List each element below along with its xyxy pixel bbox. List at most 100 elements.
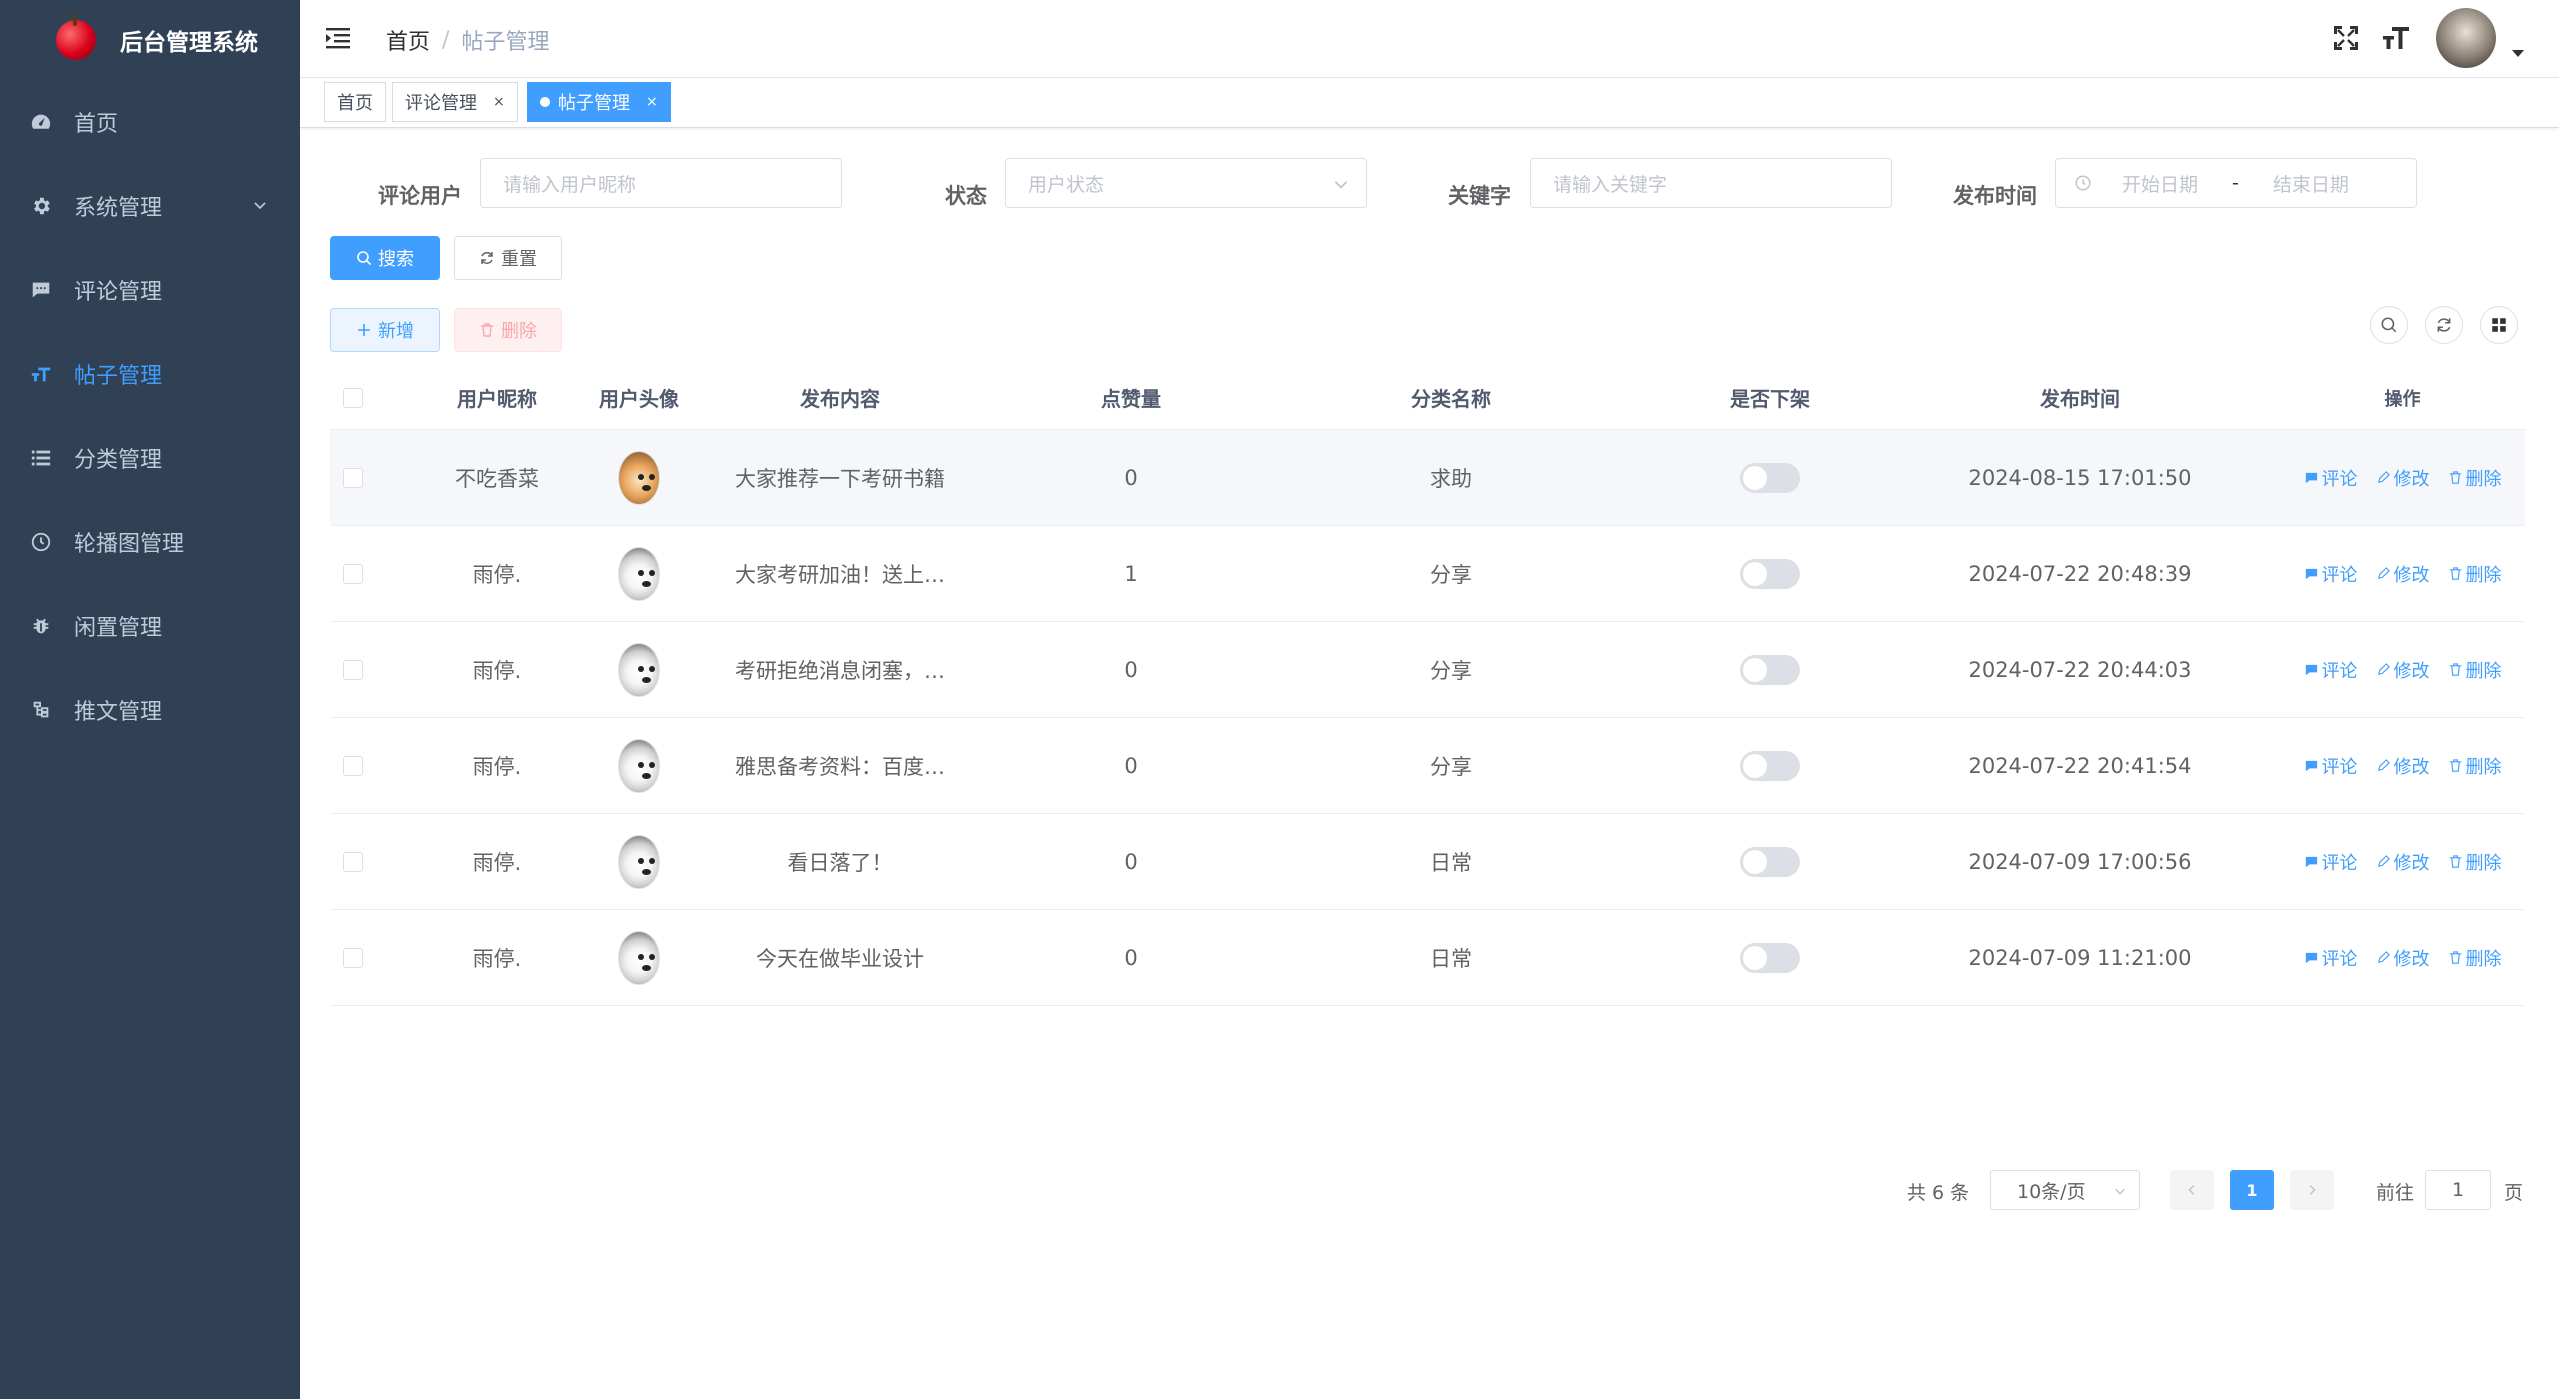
caret-down-icon[interactable]	[2512, 50, 2524, 57]
offshelf-toggle[interactable]	[1740, 846, 1800, 877]
close-icon[interactable]: ×	[493, 94, 505, 110]
next-page-button[interactable]	[2290, 1170, 2334, 1210]
status-filter-label: 状态	[945, 184, 987, 208]
comment-button[interactable]: 评论	[2304, 849, 2358, 875]
row-checkbox[interactable]	[343, 755, 363, 776]
bug-icon	[30, 615, 52, 637]
prev-page-button[interactable]	[2170, 1170, 2214, 1210]
table-row[interactable]: 不吃香菜 大家推荐一下考研书籍 0 求助 2024-08-15 17:01:50 评论 修改…	[330, 430, 2525, 526]
table-row[interactable]: 雨停. 考研拒绝消息闭塞，… 0 分享 2024-07-22 20:44:03 评论 修改 删…	[330, 622, 2525, 718]
edit-button[interactable]: 修改	[2376, 753, 2430, 779]
cell-category: 求助	[1430, 466, 1472, 491]
status-select[interactable]: 用户状态	[1005, 158, 1367, 208]
input-placeholder: 请输入用户昵称	[503, 173, 637, 196]
comment-button[interactable]: 评论	[2304, 945, 2358, 971]
toggle-search-button[interactable]	[2370, 306, 2408, 344]
table-row[interactable]: 雨停. 看日落了！ 0 日常 2024-07-09 17:00:56 评论 修改 删除	[330, 814, 2525, 910]
avatar[interactable]	[618, 450, 660, 505]
sidebar-item-system[interactable]: 系统管理	[0, 164, 300, 248]
row-check-cell	[330, 563, 376, 584]
edit-button[interactable]: 修改	[2376, 945, 2430, 971]
avatar[interactable]	[618, 642, 660, 697]
sidebar-item-comments[interactable]: 评论管理	[0, 248, 300, 332]
sidebar-item-posts[interactable]: 帖子管理	[0, 332, 300, 416]
delete-row-button[interactable]: 删除	[2448, 561, 2502, 587]
delete-row-button[interactable]: 删除	[2448, 849, 2502, 875]
comment-label: 评论	[2321, 948, 2358, 970]
select-all-checkbox[interactable]	[343, 387, 363, 408]
avatar[interactable]	[618, 738, 660, 793]
sidebar-item-tweets[interactable]: 推文管理	[0, 668, 300, 752]
offshelf-toggle[interactable]	[1740, 750, 1800, 781]
edit-button[interactable]: 修改	[2376, 849, 2430, 875]
search-button[interactable]: 搜索	[330, 236, 440, 280]
tag-home[interactable]: 首页	[324, 82, 386, 122]
fullscreen-icon[interactable]	[2330, 22, 2362, 54]
delete-row-button[interactable]: 删除	[2448, 657, 2502, 683]
comment-button[interactable]: 评论	[2304, 561, 2358, 587]
edit-button[interactable]: 修改	[2376, 657, 2430, 683]
message-icon	[2305, 568, 2317, 580]
dashboard-icon	[30, 111, 52, 133]
text-size-icon[interactable]	[2380, 22, 2412, 54]
comment-button[interactable]: 评论	[2304, 465, 2358, 491]
edit-button[interactable]: 修改	[2376, 561, 2430, 587]
comment-button[interactable]: 评论	[2304, 753, 2358, 779]
table-row[interactable]: 雨停. 今天在做毕业设计 0 日常 2024-07-09 11:21:00 评论 修改 删除	[330, 910, 2525, 1006]
offshelf-toggle[interactable]	[1740, 942, 1800, 973]
user-nickname-input[interactable]: 请输入用户昵称	[480, 158, 842, 208]
offshelf-toggle[interactable]	[1740, 558, 1800, 589]
user-avatar[interactable]	[2436, 8, 2496, 68]
breadcrumb-home[interactable]: 首页	[386, 24, 430, 56]
avatar[interactable]	[618, 834, 660, 889]
clock-icon	[2075, 175, 2091, 191]
breadcrumb: 首页 / 帖子管理	[386, 24, 549, 56]
row-checkbox[interactable]	[343, 947, 363, 968]
row-checkbox[interactable]	[343, 851, 363, 872]
cell-offshelf	[1660, 462, 1880, 493]
chevron-down-icon	[254, 202, 266, 210]
row-checkbox[interactable]	[343, 467, 363, 488]
table-row[interactable]: 雨停. 雅思备考资料：百度… 0 分享 2024-07-22 20:41:54 评论 修改 删…	[330, 718, 2525, 814]
sidebar-item-carousel[interactable]: 轮播图管理	[0, 500, 300, 584]
edit-icon	[2377, 759, 2390, 771]
avatar[interactable]	[618, 546, 660, 601]
delete-label: 删除	[2465, 948, 2502, 970]
table-row[interactable]: 雨停. 大家考研加油！送上… 1 分享 2024-07-22 20:48:39 评论 修改 删…	[330, 526, 2525, 622]
refresh-button[interactable]	[2425, 306, 2463, 344]
date-range-picker[interactable]: 开始日期 - 结束日期	[2055, 158, 2417, 208]
date-end-placeholder: 结束日期	[2272, 173, 2349, 196]
comment-label: 评论	[2321, 852, 2358, 874]
avatar[interactable]	[618, 930, 660, 985]
edit-label: 修改	[2393, 564, 2430, 586]
comment-button[interactable]: 评论	[2304, 657, 2358, 683]
offshelf-toggle[interactable]	[1740, 654, 1800, 685]
page-number-button[interactable]: 1	[2230, 1170, 2274, 1210]
hamburger-icon[interactable]	[326, 26, 352, 50]
tag-posts[interactable]: 帖子管理 ×	[527, 82, 671, 122]
goto-page-input[interactable]: 1	[2425, 1170, 2491, 1210]
close-icon[interactable]: ×	[646, 94, 658, 110]
cell-nickname: 雨停.	[472, 946, 522, 971]
row-checkbox[interactable]	[343, 659, 363, 680]
sidebar-item-label: 首页	[74, 112, 119, 137]
edit-button[interactable]: 修改	[2376, 465, 2430, 491]
sidebar-item-home[interactable]: 首页	[0, 80, 300, 164]
offshelf-toggle[interactable]	[1740, 462, 1800, 493]
delete-row-button[interactable]: 删除	[2448, 465, 2502, 491]
delete-row-button[interactable]: 删除	[2448, 945, 2502, 971]
sidebar-item-idle[interactable]: 闲置管理	[0, 584, 300, 668]
delete-row-button[interactable]: 删除	[2448, 753, 2502, 779]
clock-icon	[30, 531, 52, 553]
columns-button[interactable]	[2480, 306, 2518, 344]
keyword-input[interactable]: 请输入关键字	[1530, 158, 1892, 208]
tag-comments[interactable]: 评论管理 ×	[392, 82, 518, 122]
sidebar-item-category[interactable]: 分类管理	[0, 416, 300, 500]
reset-button[interactable]: 重置	[454, 236, 562, 280]
delete-button[interactable]: 删除	[454, 308, 562, 352]
add-button[interactable]: 新增	[330, 308, 440, 352]
chevron-down-icon	[1334, 181, 1348, 189]
row-checkbox[interactable]	[343, 563, 363, 584]
brand[interactable]: 后台管理系统	[0, 0, 300, 80]
page-size-select[interactable]: 10条/页	[1990, 1170, 2140, 1210]
